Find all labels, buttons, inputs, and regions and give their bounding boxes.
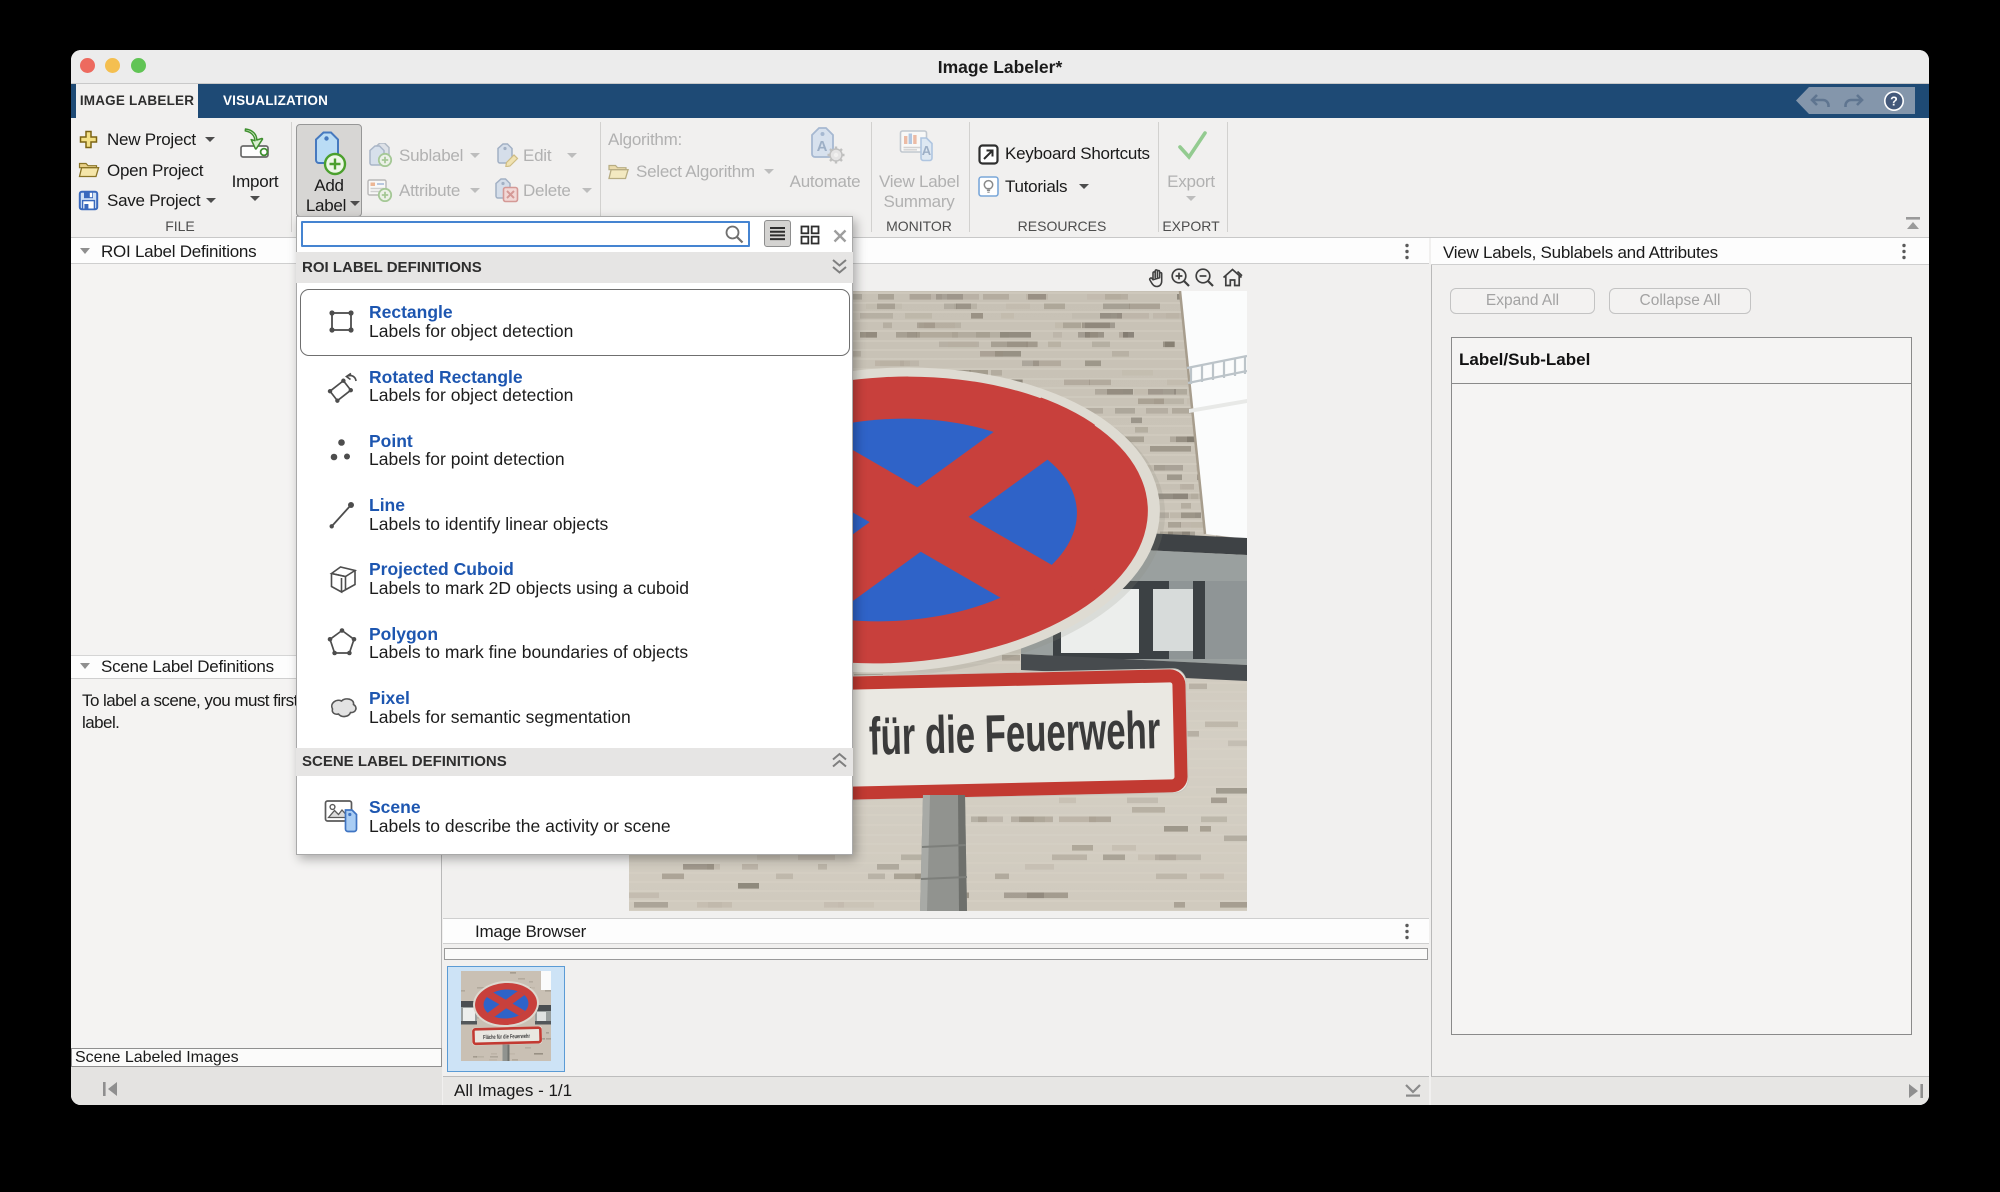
- svg-text:für die Feuerwehr: für die Feuerwehr: [868, 701, 1161, 767]
- svg-text:?: ?: [1890, 95, 1898, 109]
- svg-text:A: A: [922, 143, 932, 158]
- svg-text:Fläche für die Feuerwehr: Fläche für die Feuerwehr: [483, 1033, 530, 1041]
- svg-text:A: A: [817, 138, 828, 155]
